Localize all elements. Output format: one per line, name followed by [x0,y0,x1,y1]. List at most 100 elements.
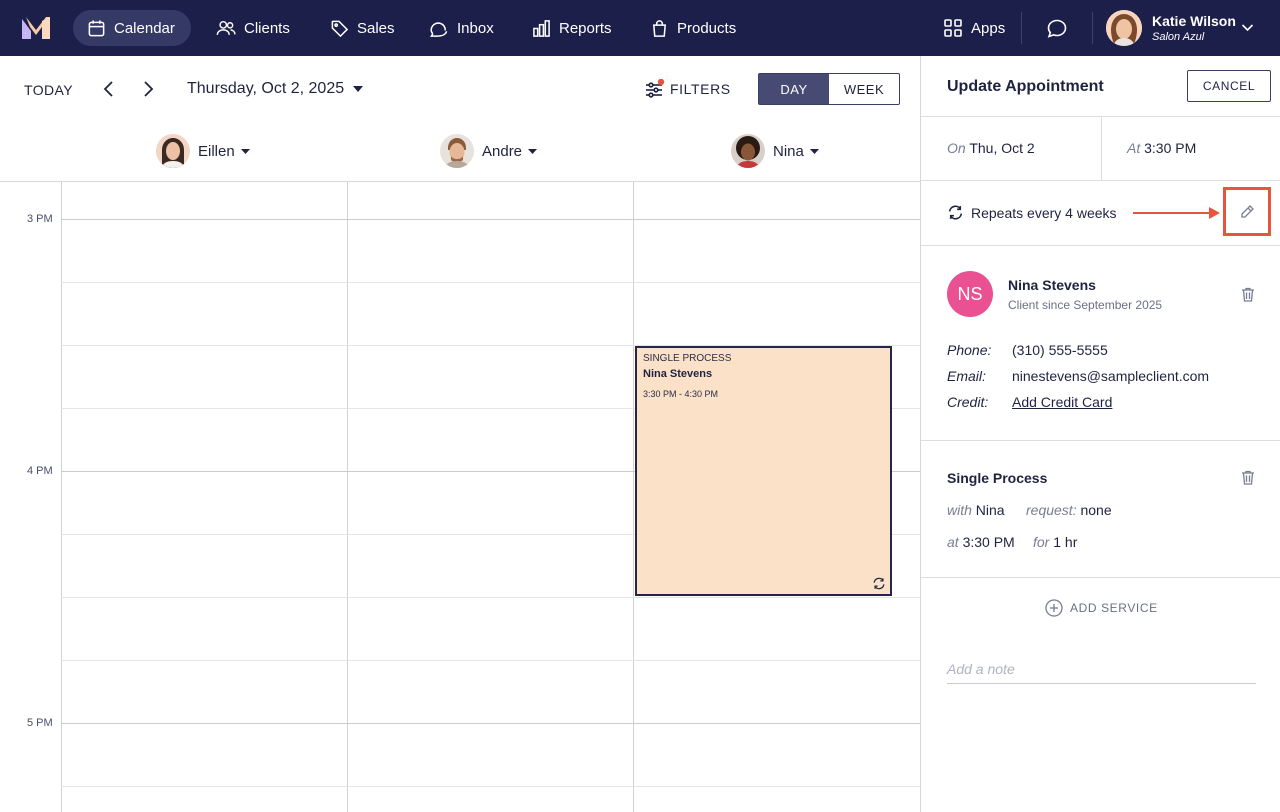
staff-header-andre[interactable]: Andre [440,134,538,168]
prev-day-icon[interactable] [102,80,116,98]
trash-icon[interactable] [1241,287,1255,302]
date-label: Thursday, Oct 2, 2025 [187,80,345,97]
quarter-line [61,597,920,598]
appointment-service: SINGLE PROCESS [643,353,732,364]
date-field[interactable]: On Thu, Oct 2 [947,140,1035,156]
calendar-icon [88,19,105,36]
service-at-label: at [947,534,959,550]
top-nav-bar: Calendar Clients Sales Inbox Reports Pro… [0,0,1280,56]
repeat-text: Repeats every 4 weeks [971,205,1117,221]
time-field[interactable]: At 3:30 PM [1127,140,1196,156]
week-view-button[interactable]: WEEK [829,74,899,104]
caret-down-icon [240,148,250,154]
trash-icon[interactable] [1241,470,1255,485]
quarter-line [61,282,920,283]
nav-products[interactable]: Products [636,10,752,46]
nav-clients[interactable]: Clients [202,10,306,46]
staff-avatar [156,134,190,168]
user-avatar[interactable] [1106,10,1142,46]
appointment-client: Nina Stevens [643,368,713,380]
apps-grid-icon [944,19,962,37]
nav-inbox-label: Inbox [457,19,494,37]
time-label-3pm: 3 PM [27,213,53,225]
chevron-down-icon[interactable] [1241,23,1254,32]
caret-down-icon [809,148,819,154]
nav-reports[interactable]: Reports [518,10,628,46]
service-at-value: 3:30 PM [962,534,1015,550]
cancel-button[interactable]: CANCEL [1187,70,1271,102]
caret-down-icon [352,85,363,92]
today-button[interactable]: TODAY [24,82,73,98]
hour-line [61,219,920,220]
view-toggle: DAY WEEK [758,73,900,105]
staff-name: Andre [482,142,523,160]
user-name[interactable]: Katie Wilson [1152,13,1236,29]
on-value: Thu, Oct 2 [969,140,1035,156]
hour-line [61,723,920,724]
nav-products-label: Products [677,19,737,37]
staff-header-eillen[interactable]: Eillen [156,134,250,168]
edit-repeat-button[interactable] [1223,187,1271,236]
with-label: with [947,502,972,518]
filters-icon [646,79,665,98]
note-input[interactable]: Add a note [947,661,1015,677]
reports-icon [533,19,550,37]
time-label-4pm: 4 PM [27,465,53,477]
calendar-grid[interactable]: 3 PM 4 PM 5 PM SINGLE PROCESS Nina Steve… [0,181,920,812]
nav-apps[interactable]: Apps [929,10,1021,46]
inbox-icon [430,21,448,37]
next-day-icon[interactable] [141,80,155,98]
repeat-icon [948,205,963,220]
add-service-button[interactable]: ADD SERVICE [1045,599,1158,617]
for-value: 1 hr [1053,534,1078,550]
for-label: for [1033,534,1050,550]
quarter-line [61,660,920,661]
user-salon: Salon Azul [1152,31,1205,43]
staff-header-nina[interactable]: Nina [731,134,819,168]
quarter-line [61,786,920,787]
add-credit-card-link[interactable]: Add Credit Card [1012,394,1112,410]
credit-label: Credit: [947,394,989,410]
pencil-icon [1241,204,1254,218]
service-request-field[interactable]: request: none [1026,502,1112,518]
email-value: ninestevens@sampleclient.com [1012,368,1210,384]
column-divider [633,182,634,812]
nav-calendar[interactable]: Calendar [73,10,191,46]
chat-icon[interactable] [1046,18,1068,39]
service-name: Single Process [947,470,1048,486]
service-staff-field[interactable]: with Nina [947,502,1005,518]
phone-label: Phone: [947,342,992,358]
repeat-icon [873,577,885,590]
client-name[interactable]: Nina Stevens [1008,277,1096,293]
column-divider [347,182,348,812]
annotation-arrow-head [1209,207,1220,219]
note-underline [947,683,1256,684]
service-time-field[interactable]: at 3:30 PM [947,534,1015,550]
email-label: Email: [947,368,986,384]
nav-inbox[interactable]: Inbox [415,10,510,46]
divider [921,180,1280,181]
nav-apps-label: Apps [971,19,1006,37]
divider [921,440,1280,441]
client-avatar: NS [947,271,993,317]
request-value: none [1080,502,1112,518]
phone-value: (310) 555-5555 [1012,342,1108,358]
caret-down-icon [528,148,538,154]
tag-icon [331,20,349,37]
filters-button[interactable]: FILTERS [645,79,735,101]
filters-label: FILTERS [670,81,731,97]
column-divider [61,182,62,812]
date-picker[interactable]: Thursday, Oct 2, 2025 [187,80,363,98]
staff-name: Nina [773,142,804,160]
nav-sales[interactable]: Sales [316,10,411,46]
divider [921,577,1280,578]
divider [1101,116,1102,180]
appointment-block[interactable]: SINGLE PROCESS Nina Stevens 3:30 PM - 4:… [635,346,892,596]
staff-avatar [731,134,765,168]
day-view-button[interactable]: DAY [759,74,829,104]
appointment-time: 3:30 PM - 4:30 PM [643,389,719,399]
brand-logo-icon[interactable] [22,17,50,39]
update-appointment-panel: Update Appointment CANCEL On Thu, Oct 2 … [920,56,1280,812]
request-label: request: [1026,502,1077,518]
service-duration-field[interactable]: for 1 hr [1033,534,1077,550]
